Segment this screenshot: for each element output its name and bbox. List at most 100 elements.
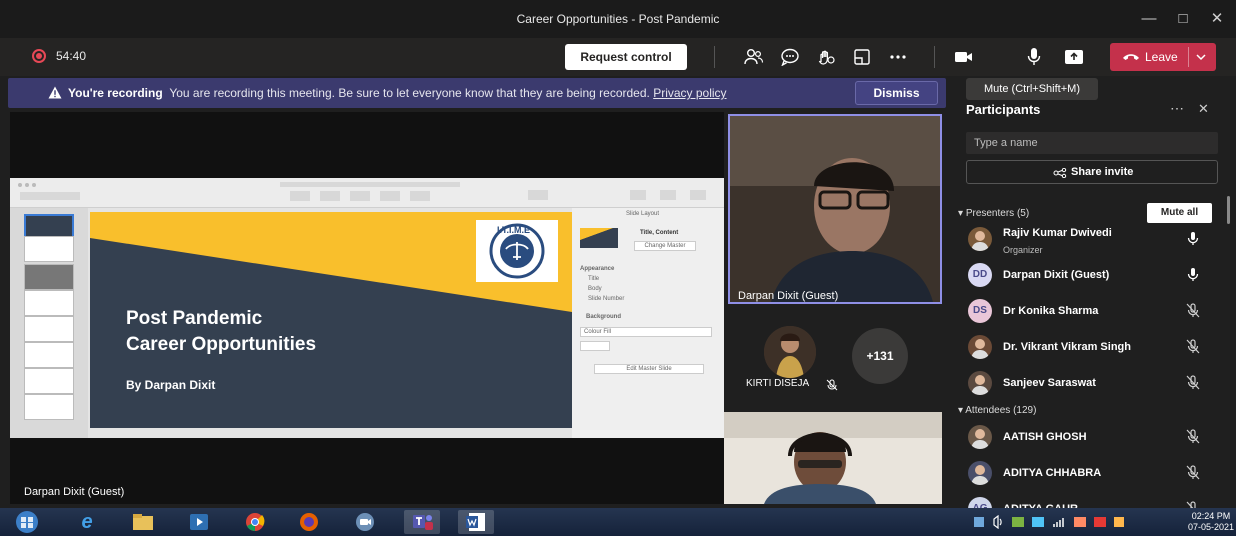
edit-master-slide-button[interactable]: Edit Master Slide (594, 364, 704, 374)
current-slide: I.T.I.M.E Post Pandemic Career Opportuni… (90, 212, 572, 428)
toolbar-divider (934, 46, 935, 68)
file-explorer-icon[interactable] (128, 510, 158, 534)
slide-title-line-1: Post Pandemic (126, 308, 263, 329)
slide-thumbnail[interactable] (24, 290, 74, 316)
change-master-button[interactable]: Change Master (634, 241, 696, 251)
slide-thumbnail[interactable] (24, 264, 74, 290)
firefox-icon[interactable] (294, 510, 324, 534)
participant-row[interactable]: DS Dr Konika Sharma (960, 294, 1220, 328)
system-tray-icons[interactable] (972, 515, 1172, 529)
slide-thumbnail[interactable] (24, 394, 74, 420)
recording-message: You're recording You are recording this … (68, 86, 727, 100)
mic-off-icon[interactable] (1186, 465, 1200, 481)
share-invite-button[interactable]: Share invite (966, 160, 1218, 184)
title-checkbox[interactable]: Title (588, 276, 599, 282)
appearance-header: Appearance (580, 266, 615, 272)
mute-all-button[interactable]: Mute all (1147, 203, 1212, 223)
presenters-header-label: Presenters (5) (965, 208, 1030, 219)
webcam-feed (730, 116, 940, 302)
leave-button[interactable]: Leave (1110, 43, 1216, 71)
microphone-icon[interactable] (1020, 44, 1048, 70)
avatar (968, 371, 992, 395)
participant-role: Organizer (1003, 245, 1043, 255)
participant-name: Dr Konika Sharma (1003, 305, 1099, 317)
fill-colour-well[interactable] (580, 341, 610, 351)
kirti-label: KIRTI DISEJA (746, 378, 810, 389)
mic-off-icon[interactable] (1186, 339, 1200, 355)
camera-icon[interactable] (950, 44, 978, 70)
background-header: Background (586, 314, 622, 320)
panel-more-icon[interactable]: ⋯ (1170, 100, 1184, 117)
more-actions-icon[interactable] (884, 44, 912, 70)
minimize-button[interactable]: — (1138, 8, 1160, 30)
phone-hangup-icon (1123, 54, 1139, 60)
slide-thumbnail[interactable] (24, 368, 74, 394)
clock-time: 02:24 PM (1191, 511, 1231, 521)
attendees-header[interactable]: ▾ Attendees (129) (958, 405, 1036, 416)
slide-thumbnail[interactable] (24, 236, 74, 262)
video-tile-darpan[interactable]: Darpan Dixit (Guest) (728, 114, 942, 304)
start-button[interactable] (12, 510, 42, 534)
chat-icon[interactable] (776, 44, 804, 70)
clock-date: 07-05-2021 (1188, 522, 1235, 532)
webcam-feed-secondary (724, 412, 942, 504)
chrome-icon[interactable] (240, 510, 270, 534)
panel-close-icon[interactable]: ✕ (1198, 101, 1209, 117)
participant-row[interactable]: Rajiv Kumar Dwivedi Organizer (960, 222, 1220, 256)
college-logo-text: I.T.I.M.E (497, 225, 531, 235)
video-tile-label: Darpan Dixit (Guest) (738, 290, 839, 302)
recording-message-bold: You're recording (68, 86, 163, 100)
avatar-kirti[interactable] (764, 326, 816, 378)
mic-off-icon[interactable] (1186, 375, 1200, 391)
internet-explorer-icon[interactable]: e (72, 510, 102, 534)
colour-fill-select[interactable]: Colour Fill (580, 327, 712, 337)
maximize-button[interactable]: □ (1172, 8, 1194, 30)
participant-row[interactable]: Dr. Vikrant Vikram Singh (960, 330, 1220, 364)
close-window-button[interactable]: ✕ (1206, 8, 1228, 30)
video-tile-secondary[interactable] (724, 412, 942, 504)
overflow-participants-badge[interactable]: +131 (852, 328, 908, 384)
slide-thumbnail[interactable] (24, 342, 74, 368)
microphone-icon[interactable] (1186, 231, 1200, 247)
presenters-header[interactable]: ▾ Presenters (5) (958, 208, 1029, 219)
chevron-down-icon[interactable] (1196, 53, 1206, 61)
share-tray-icon[interactable] (1060, 44, 1088, 70)
reactions-icon[interactable] (812, 44, 840, 70)
teams-app-icon[interactable] (404, 510, 440, 534)
mic-off-icon[interactable] (1186, 303, 1200, 319)
panel-scrollbar[interactable] (1227, 196, 1230, 224)
mic-off-icon (826, 379, 838, 391)
participant-row[interactable]: ADITYA CHHABRA (960, 456, 1220, 490)
mute-tooltip: Mute (Ctrl+Shift+M) (966, 78, 1098, 100)
keynote-toolbar-icons (18, 182, 706, 201)
microphone-icon[interactable] (1186, 267, 1200, 283)
participant-search-input[interactable]: Type a name (966, 132, 1218, 154)
body-checkbox[interactable]: Body (588, 286, 602, 292)
participant-row[interactable]: Sanjeev Saraswat (960, 366, 1220, 400)
mic-off-icon[interactable] (1186, 429, 1200, 445)
meeting-toolbar: 54:40 Request control Leave (0, 38, 1236, 76)
media-player-icon[interactable] (184, 510, 214, 534)
participants-icon[interactable] (740, 44, 768, 70)
avatar (968, 425, 992, 449)
slide-number-checkbox[interactable]: Slide Number (588, 296, 624, 302)
zoom-app-icon[interactable] (350, 510, 380, 534)
participant-row[interactable]: DD Darpan Dixit (Guest) (960, 258, 1220, 292)
recording-message-text: You are recording this meeting. Be sure … (169, 86, 650, 100)
system-clock[interactable]: 02:24 PM 07-05-2021 (1188, 511, 1234, 533)
share-invite-label: Share invite (1071, 166, 1134, 178)
slide-byline: By Darpan Dixit (126, 378, 216, 392)
slide-thumbnail[interactable] (24, 316, 74, 342)
request-control-button[interactable]: Request control (565, 44, 687, 70)
slide-navigator (10, 208, 88, 438)
layout-name: Title, Content (640, 230, 679, 236)
word-app-icon[interactable] (458, 510, 494, 534)
breakout-rooms-icon[interactable] (848, 44, 876, 70)
privacy-policy-link[interactable]: Privacy policy (653, 86, 726, 100)
dismiss-button[interactable]: Dismiss (855, 81, 938, 105)
avatar: DD (968, 263, 992, 287)
participant-row[interactable]: AATISH GHOSH (960, 420, 1220, 454)
inspector-title: Slide Layout (626, 211, 660, 217)
window-title: Career Opportunities - Post Pandemic (516, 12, 720, 26)
layout-preview (580, 228, 618, 248)
